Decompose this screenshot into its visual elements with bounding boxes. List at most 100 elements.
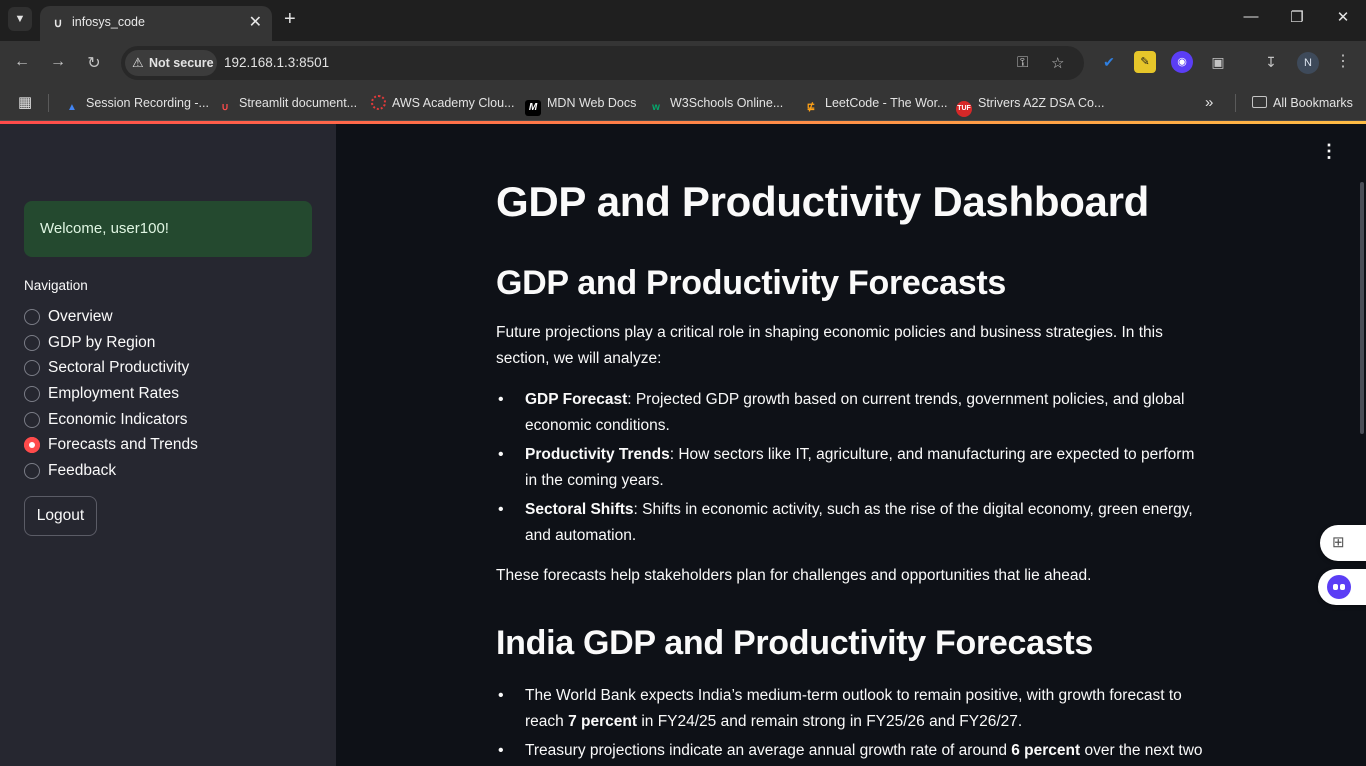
streamlit-icon: ∪ <box>221 102 229 113</box>
more-bookmarks-chevron-icon[interactable]: » <box>1205 93 1213 113</box>
bookmark-leetcode[interactable]: ⋢ LeetCode - The Wor... <box>803 93 948 113</box>
bookmark-session-recording[interactable]: ▲ Session Recording -... <box>64 93 209 113</box>
bookmark-strivers[interactable]: TUF Strivers A2Z DSA Co... <box>956 93 1104 117</box>
back-icon[interactable]: ← <box>12 53 32 71</box>
radio-button[interactable] <box>24 462 40 479</box>
extensions-puzzle-icon[interactable]: ▣ <box>1207 51 1229 73</box>
highlighter-extension-icon[interactable]: ✎ <box>1134 51 1156 73</box>
bullet-highlight: 6 percent <box>1011 742 1081 759</box>
browser-toolbar: ← → ↻ ⚠ Not secure 192.168.1.3:8501 ⚿ ☆ … <box>0 41 1366 85</box>
url-text[interactable]: 192.168.1.3:8501 <box>224 55 329 70</box>
radio-button[interactable] <box>24 334 40 351</box>
forward-icon[interactable]: → <box>48 53 68 71</box>
security-label: Not secure <box>149 56 214 70</box>
bot-extension-icon[interactable]: ◉ <box>1171 51 1193 73</box>
bookmarks-divider <box>1235 94 1236 112</box>
nav-option-economic-indicators[interactable]: Economic Indicators <box>24 407 198 433</box>
radio-button-selected[interactable] <box>24 437 40 454</box>
all-bookmarks-label: All Bookmarks <box>1273 96 1353 110</box>
bookmark-star-icon[interactable]: ☆ <box>1051 54 1064 72</box>
main-content: ⋮ GDP and Productivity Dashboard GDP and… <box>336 124 1366 766</box>
nav-option-label: Forecasts and Trends <box>48 436 198 454</box>
downloads-icon[interactable]: ↧ <box>1260 51 1282 73</box>
folder-icon <box>1252 96 1267 108</box>
bookmark-label: Streamlit document... <box>239 96 358 110</box>
nav-option-label: Sectoral Productivity <box>48 359 190 377</box>
profile-avatar[interactable]: N <box>1297 52 1319 74</box>
list-item: Sectoral Shifts: Shifts in economic acti… <box>496 497 1206 549</box>
india-bullet-list: The World Bank expects India’s medium-te… <box>496 683 1206 766</box>
leetcode-icon: ⋢ <box>806 102 816 113</box>
w3schools-icon: w <box>652 102 660 113</box>
section-intro: Future projections play a critical role … <box>496 324 1163 367</box>
aws-icon <box>371 95 386 110</box>
bot-face-icon <box>1327 575 1351 599</box>
sidebar: Welcome, user100! Navigation Overview GD… <box>0 124 336 766</box>
nav-option-feedback[interactable]: Feedback <box>24 458 198 484</box>
nav-option-employment-rates[interactable]: Employment Rates <box>24 381 198 407</box>
bookmark-w3schools[interactable]: w W3Schools Online... <box>648 93 783 113</box>
bullet-term: Productivity Trends <box>525 446 670 463</box>
tab-search-icon[interactable]: ▼ <box>8 7 32 31</box>
new-tab-icon[interactable]: + <box>284 8 296 31</box>
window-close-icon[interactable]: ✕ <box>1323 8 1363 26</box>
bullet-highlight: 7 percent <box>568 713 638 730</box>
bookmarks-bar: ▦ ▲ Session Recording -... ∪ Streamlit doc… <box>0 85 1366 121</box>
nav-option-label: Employment Rates <box>48 384 179 402</box>
navigation-radio-group: Overview GDP by Region Sectoral Producti… <box>24 304 198 484</box>
navigation-label: Navigation <box>24 278 88 293</box>
nav-option-label: Overview <box>48 307 113 325</box>
restore-icon[interactable]: ❐ <box>1277 8 1317 26</box>
browser-tab[interactable]: ∪ infosys_code ✕ <box>40 6 272 41</box>
streamlit-favicon-icon: ∪ <box>53 16 63 30</box>
bookmark-label: MDN Web Docs <box>547 96 637 110</box>
security-badge[interactable]: ⚠ Not secure <box>125 50 217 76</box>
check-extension-icon[interactable]: ✔ <box>1098 51 1120 73</box>
bookmark-mdn[interactable]: M MDN Web Docs <box>525 93 637 116</box>
nav-option-gdp-by-region[interactable]: GDP by Region <box>24 330 198 356</box>
all-bookmarks-folder[interactable]: All Bookmarks <box>1252 93 1353 113</box>
bullet-text: in FY24/25 and remain strong in FY25/26 … <box>637 713 1023 730</box>
browser-tab-bar: ▼ ∪ infosys_code ✕ + — ❐ ✕ <box>0 0 1366 41</box>
list-item: Treasury projections indicate an average… <box>496 738 1206 764</box>
google-drive-icon: ▲ <box>67 102 77 113</box>
section-heading-forecasts: GDP and Productivity Forecasts <box>496 264 1006 302</box>
bookmark-streamlit-docs[interactable]: ∪ Streamlit document... <box>217 93 357 113</box>
logout-button[interactable]: Logout <box>24 496 97 536</box>
bullet-term: Sectoral Shifts <box>525 501 634 518</box>
password-key-icon[interactable]: ⚿ <box>1017 54 1028 71</box>
page-title: GDP and Productivity Dashboard <box>496 178 1150 225</box>
warning-icon: ⚠ <box>132 55 144 70</box>
bookmarks-divider <box>48 94 49 112</box>
assistant-bot-icon[interactable] <box>1318 569 1366 605</box>
bullet-text: over the next two <box>1080 742 1203 759</box>
radio-button[interactable] <box>24 360 40 377</box>
list-item: The World Bank expects India’s medium-te… <box>496 683 1206 735</box>
app-menu-kebab-icon[interactable]: ⋮ <box>1320 142 1338 160</box>
tuf-icon: TUF <box>956 101 972 117</box>
forecast-bullet-list: GDP Forecast: Projected GDP growth based… <box>496 387 1206 552</box>
bookmark-aws-academy[interactable]: AWS Academy Clou... <box>371 93 515 113</box>
reload-icon[interactable]: ↻ <box>84 53 104 73</box>
mdn-icon: M <box>525 100 541 116</box>
nav-option-sectoral-productivity[interactable]: Sectoral Productivity <box>24 355 198 381</box>
nav-option-label: Feedback <box>48 461 117 479</box>
apps-widget-icon[interactable]: ⊞ <box>1320 525 1366 561</box>
nav-option-label: GDP by Region <box>48 333 156 351</box>
minimize-icon[interactable]: — <box>1231 8 1271 25</box>
list-item: GDP Forecast: Projected GDP growth based… <box>496 387 1206 439</box>
address-bar[interactable]: ⚠ Not secure 192.168.1.3:8501 ⚿ ☆ <box>121 46 1084 80</box>
apps-grid-icon[interactable]: ▦ <box>18 93 32 113</box>
list-item: Productivity Trends: How sectors like IT… <box>496 442 1206 494</box>
radio-button[interactable] <box>24 411 40 428</box>
bullet-text: Treasury projections indicate an average… <box>525 742 1012 759</box>
radio-button[interactable] <box>24 308 40 325</box>
nav-option-forecasts-and-trends[interactable]: Forecasts and Trends <box>24 432 198 458</box>
close-tab-icon[interactable]: ✕ <box>249 12 262 32</box>
bookmark-label: Session Recording -... <box>86 96 209 110</box>
nav-option-overview[interactable]: Overview <box>24 304 198 330</box>
browser-menu-icon[interactable]: ⋮ <box>1332 51 1354 73</box>
bullet-term: GDP Forecast <box>525 391 628 408</box>
radio-button[interactable] <box>24 385 40 402</box>
scrollbar[interactable] <box>1360 182 1364 434</box>
